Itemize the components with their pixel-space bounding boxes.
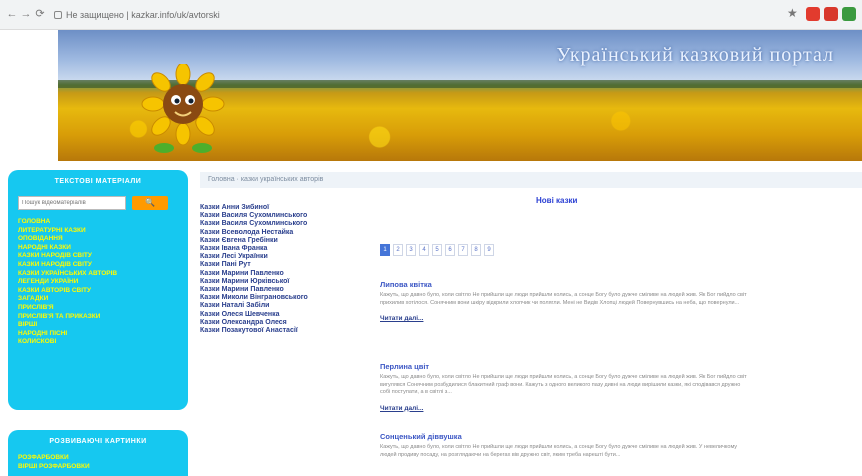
story-item: Сонценький діввушка Кажуть, що давно бул… (380, 432, 750, 459)
sidebar-item-lullabies[interactable]: КОЛИСКОВІ (18, 338, 178, 347)
author-list: Казки Анни Зибиної Казки Василя Сухомлин… (200, 204, 370, 335)
story-title[interactable]: Сонценький діввушка (380, 432, 750, 442)
sidebar-item-world-tales[interactable]: КАЗКИ НАРОДІВ СВІТУ (18, 252, 178, 261)
browser-toolbar: ← → ⟳ Не защищено | kazkar.info/uk/avtor… (0, 0, 862, 30)
author-link[interactable]: Казки Василя Сухомлинського (200, 212, 370, 220)
page-button-active[interactable]: 1 (380, 244, 390, 256)
sidebar-item-coloring[interactable]: РОЗФАРБОВКИ (18, 454, 178, 463)
author-link[interactable]: Казки Марини Павленко (200, 270, 370, 278)
story-excerpt: Кажуть, що давно було, коли світло Не пр… (380, 292, 747, 306)
author-link[interactable]: Казки Івана Франка (200, 245, 370, 253)
author-link[interactable]: Казки Євгена Гребінки (200, 237, 370, 245)
sidebar-item-coloring-poems[interactable]: ВІРШІ РОЗФАРБОВКИ (18, 463, 178, 472)
sidebar-title: РОЗВИВАЮЧІ КАРТИНКИ (49, 438, 147, 445)
sidebar-item-legends[interactable]: ЛЕГЕНДИ УКРАЇНИ (18, 278, 178, 287)
author-link[interactable]: Казки Марини Павленко (200, 286, 370, 294)
extension-icon-1[interactable] (806, 7, 820, 21)
sidebar-item-literary-tales[interactable]: ЛИТЕРАТУРНІ КАЗКИ (18, 227, 178, 236)
sidebar-item-folk-tales[interactable]: НАРОДНІ КАЗКИ (18, 244, 178, 253)
page-button[interactable]: 2 (393, 244, 403, 256)
site-banner: Український казковий портал (58, 30, 862, 161)
story-title[interactable]: Липова квітка (380, 280, 750, 290)
read-more-link[interactable]: Читати далі... (380, 405, 423, 412)
story-item: Липова квітка Кажуть, що давно було, кол… (380, 280, 750, 325)
sidebar-item-poems[interactable]: ВІРШІ (18, 321, 178, 330)
search-form: 🔍 (18, 196, 178, 210)
address-bar[interactable]: Не защищено | kazkar.info/uk/avtorski (54, 7, 774, 23)
extension-icon-2[interactable] (824, 7, 838, 21)
author-link[interactable]: Казки Василя Сухомлинського (200, 220, 370, 228)
author-link[interactable]: Казки Олександра Олеся (200, 319, 370, 327)
bookmark-star-icon[interactable]: ★ (787, 6, 798, 20)
back-icon[interactable]: ← (6, 8, 18, 20)
sidebar-item-home[interactable]: ГОЛОВНА (18, 218, 178, 227)
author-link[interactable]: Казки Анни Зибиної (200, 204, 370, 212)
story-excerpt: Кажуть, що давно було, коли світло Не пр… (380, 374, 747, 396)
sidebar-text-materials: ТЕКСТОВІ МАТЕРІАЛИ 🔍 ГОЛОВНА ЛИТЕРАТУРНІ… (8, 170, 188, 410)
sunflower-mascot-logo[interactable] (140, 64, 226, 154)
page-button[interactable]: 4 (419, 244, 429, 256)
sidebar-item-proverbs[interactable]: ПРИСЛІВ'Я (18, 304, 178, 313)
page-button[interactable]: 9 (484, 244, 494, 256)
author-link[interactable]: Казки Марини Юрківської (200, 278, 370, 286)
sidebar-item-stories[interactable]: ОПОВІДАННЯ (18, 235, 178, 244)
reload-icon[interactable]: ⟳ (34, 8, 46, 20)
sidebar-item-riddles[interactable]: ЗАГАДКИ (18, 295, 178, 304)
read-more-link[interactable]: Читати далі... (380, 315, 423, 322)
author-link[interactable]: Казки Олеся Шевченка (200, 311, 370, 319)
author-link[interactable]: Казки Пані Рут (200, 261, 370, 269)
sidebar-developing-pictures: РОЗВИВАЮЧІ КАРТИНКИ РОЗФАРБОВКИ ВІРШІ РО… (8, 430, 188, 476)
search-button[interactable]: 🔍 (132, 196, 168, 210)
horizon-treeline (58, 80, 862, 88)
story-title[interactable]: Перлина цвіт (380, 362, 750, 372)
page-button[interactable]: 3 (406, 244, 416, 256)
banner-title: Український казковий портал (556, 44, 834, 66)
breadcrumb[interactable]: Головна · казки українських авторів (200, 172, 862, 188)
search-input[interactable] (18, 196, 126, 210)
author-link[interactable]: Казки Позакутової Анастасії (200, 327, 370, 335)
sidebar-item-world-authors[interactable]: КАЗКИ АВТОРІВ СВІТУ (18, 287, 178, 296)
search-icon: 🔍 (145, 198, 155, 207)
new-tales-heading[interactable]: Нові казки (536, 196, 577, 205)
author-link[interactable]: Казки Всеволода Нестайка (200, 229, 370, 237)
page-button[interactable]: 7 (458, 244, 468, 256)
page-button[interactable]: 6 (445, 244, 455, 256)
author-link[interactable]: Казки Наталі Забіли (200, 302, 370, 310)
sidebar-item-world-tales-2[interactable]: КАЗКИ НАРОДІВ СВІТУ (18, 261, 178, 270)
story-item: Перлина цвіт Кажуть, що давно було, коли… (380, 362, 750, 415)
sidebar-item-folk-songs[interactable]: НАРОДНІ ПІСНІ (18, 330, 178, 339)
sidebar-item-ukrainian-authors[interactable]: КАЗКИ УКРАЇНСЬКИХ АВТОРІВ (18, 270, 178, 279)
sidebar-item-proverbs-sayings[interactable]: ПРИСЛІВ'Я ТА ПРИКАЗКИ (18, 313, 178, 322)
sidebar-title: ТЕКСТОВІ МАТЕРІАЛИ (54, 178, 142, 185)
pagination: 1 2 3 4 5 6 7 8 9 (380, 244, 497, 256)
info-icon[interactable] (54, 11, 62, 19)
forward-icon[interactable]: → (20, 8, 32, 20)
extension-icon-3[interactable] (842, 7, 856, 21)
page-button[interactable]: 5 (432, 244, 442, 256)
url-text: Не защищено | kazkar.info/uk/avtorski (66, 10, 220, 20)
page-button[interactable]: 8 (471, 244, 481, 256)
story-excerpt: Кажуть, що давно було, коли світло Не пр… (380, 444, 738, 458)
